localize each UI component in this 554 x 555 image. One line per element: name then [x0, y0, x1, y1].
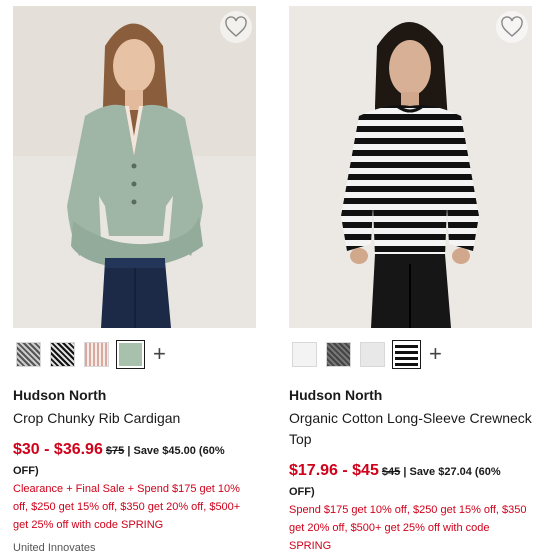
product-brand: Hudson North: [289, 387, 383, 403]
color-swatches: +: [13, 339, 166, 369]
swatch-light-grey[interactable]: [360, 341, 385, 367]
product-price: $17.96 - $45 $45 | Save $27.04 (60% OFF): [289, 461, 529, 502]
promo-text: Clearance + Final Sale + Spend $175 get …: [13, 483, 241, 531]
original-price: $45: [381, 466, 401, 478]
color-swatches: +: [289, 339, 442, 369]
product-image[interactable]: [289, 6, 532, 328]
swatch-black-white-stripe-selected[interactable]: [392, 339, 421, 369]
heart-outline-icon: [500, 16, 524, 38]
product-name[interactable]: Crop Chunky Rib Cardigan: [13, 408, 258, 429]
product-card[interactable]: + Hudson North Crop Chunky Rib Cardigan …: [13, 6, 256, 554]
product-card[interactable]: + Hudson North Organic Cotton Long-Sleev…: [289, 6, 532, 552]
product-name[interactable]: Organic Cotton Long-Sleeve Crewneck Top: [289, 408, 534, 450]
promo-text: Spend $175 get 10% off, $250 get 15% off…: [289, 504, 527, 552]
original-price: $75: [105, 445, 125, 457]
swatch-black-white-tweed[interactable]: [50, 341, 75, 367]
product-price: $30 - $36.96 $75 | Save $45.00 (60% OFF): [13, 440, 253, 481]
sale-price: $30 - $36.96: [13, 441, 103, 458]
plus-icon[interactable]: +: [153, 343, 166, 365]
swatch-sage-green-selected[interactable]: [116, 339, 145, 369]
favorite-button[interactable]: [220, 11, 252, 43]
plus-icon[interactable]: +: [429, 343, 442, 365]
product-image[interactable]: [13, 6, 256, 328]
heart-outline-icon: [224, 16, 248, 38]
swatch-white[interactable]: [292, 341, 317, 367]
sale-price: $17.96 - $45: [289, 462, 379, 479]
swatch-pink-check[interactable]: [84, 341, 109, 367]
product-brand: Hudson North: [13, 387, 107, 403]
favorite-button[interactable]: [496, 11, 528, 43]
swatch-charcoal-tweed[interactable]: [16, 341, 41, 367]
partial-text: United Innovates: [13, 542, 96, 554]
swatch-charcoal-heather[interactable]: [326, 341, 351, 367]
